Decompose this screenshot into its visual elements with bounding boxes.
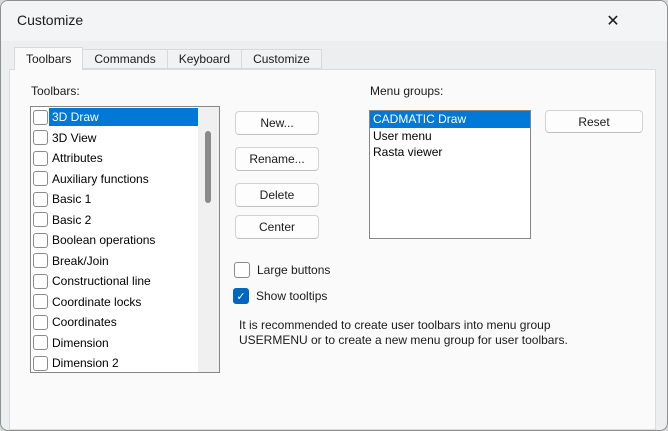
- item-label[interactable]: Boolean operations: [49, 231, 198, 249]
- item-checkbox[interactable]: [33, 233, 48, 248]
- tab-commands[interactable]: Commands: [83, 49, 167, 69]
- item-checkbox[interactable]: [33, 110, 48, 125]
- toolbar-list-item[interactable]: Dimension 2: [31, 353, 198, 372]
- item-checkbox[interactable]: [33, 294, 48, 309]
- toolbar-list-item[interactable]: Auxiliary functions: [31, 169, 198, 190]
- recommendation-note: It is recommended to create user toolbar…: [239, 318, 651, 347]
- customize-dialog: Customize ✕ Toolbars Commands Keyboard C…: [0, 0, 668, 431]
- menu-group-item[interactable]: CADMATIC Draw: [370, 111, 530, 128]
- note-line-1: It is recommended to create user toolbar…: [239, 318, 651, 333]
- item-label[interactable]: Auxiliary functions: [49, 170, 198, 188]
- toolbar-list-item[interactable]: 3D View: [31, 128, 198, 149]
- toolbar-list-item[interactable]: Constructional line: [31, 271, 198, 292]
- large-buttons-checkbox[interactable]: [234, 262, 250, 278]
- tab-page-toolbars: Toolbars: 3D Draw 3D View Attributes Aux: [9, 69, 656, 430]
- reset-button[interactable]: Reset: [545, 110, 643, 133]
- center-button[interactable]: Center: [235, 215, 319, 239]
- toolbar-list-item[interactable]: Basic 2: [31, 210, 198, 231]
- item-checkbox[interactable]: [33, 171, 48, 186]
- rename-button[interactable]: Rename...: [235, 147, 319, 171]
- item-checkbox[interactable]: [33, 212, 48, 227]
- item-checkbox[interactable]: [33, 274, 48, 289]
- toolbar-list-item[interactable]: 3D Draw: [31, 107, 198, 128]
- delete-button[interactable]: Delete: [235, 183, 319, 207]
- item-checkbox[interactable]: [33, 315, 48, 330]
- large-buttons-option[interactable]: Large buttons: [234, 262, 330, 278]
- tab-keyboard[interactable]: Keyboard: [168, 49, 242, 69]
- toolbar-list-item[interactable]: Coordinate locks: [31, 292, 198, 313]
- toolbars-list-content: 3D Draw 3D View Attributes Auxiliary fun…: [31, 107, 198, 372]
- toolbar-list-item[interactable]: Break/Join: [31, 251, 198, 272]
- tab-customize[interactable]: Customize: [242, 49, 322, 69]
- item-label[interactable]: 3D Draw: [49, 108, 198, 126]
- item-label[interactable]: Basic 1: [49, 190, 198, 208]
- item-checkbox[interactable]: [33, 151, 48, 166]
- item-label[interactable]: 3D View: [49, 129, 198, 147]
- item-label[interactable]: Dimension 2: [49, 354, 198, 372]
- show-tooltips-label[interactable]: Show tooltips: [256, 289, 327, 303]
- menu-groups-listbox: CADMATIC Draw User menu Rasta viewer: [369, 110, 531, 239]
- menu-group-item[interactable]: User menu: [370, 128, 530, 145]
- item-label[interactable]: Coordinates: [49, 313, 198, 331]
- show-tooltips-checkbox[interactable]: ✓: [233, 288, 249, 304]
- item-checkbox[interactable]: [33, 130, 48, 145]
- dialog-title: Customize: [17, 12, 83, 28]
- toolbar-list-item[interactable]: Coordinates: [31, 312, 198, 333]
- toolbars-scrollbar-track[interactable]: [198, 107, 219, 372]
- menu-group-item[interactable]: Rasta viewer: [370, 144, 530, 161]
- item-label[interactable]: Basic 2: [49, 211, 198, 229]
- new-button[interactable]: New...: [235, 111, 319, 135]
- item-label[interactable]: Dimension: [49, 334, 198, 352]
- toolbar-list-item[interactable]: Attributes: [31, 148, 198, 169]
- toolbar-list-item[interactable]: Dimension: [31, 333, 198, 354]
- item-checkbox[interactable]: [33, 356, 48, 371]
- item-label[interactable]: Coordinate locks: [49, 293, 198, 311]
- item-checkbox[interactable]: [33, 192, 48, 207]
- tab-strip: Toolbars Commands Keyboard Customize: [14, 47, 322, 70]
- toolbars-label: Toolbars:: [31, 84, 80, 98]
- item-checkbox[interactable]: [33, 335, 48, 350]
- item-label[interactable]: Break/Join: [49, 252, 198, 270]
- check-icon: ✓: [236, 290, 245, 303]
- show-tooltips-option[interactable]: ✓ Show tooltips: [233, 288, 327, 304]
- item-label[interactable]: Constructional line: [49, 272, 198, 290]
- toolbars-scrollbar-thumb[interactable]: [205, 131, 211, 203]
- toolbar-list-item[interactable]: Basic 1: [31, 189, 198, 210]
- item-label[interactable]: Attributes: [49, 149, 198, 167]
- tab-toolbars[interactable]: Toolbars: [14, 47, 83, 70]
- titlebar: Customize ✕: [1, 1, 667, 41]
- toolbar-list-item[interactable]: Boolean operations: [31, 230, 198, 251]
- item-checkbox[interactable]: [33, 253, 48, 268]
- note-line-2: USERMENU or to create a new menu group f…: [239, 333, 651, 348]
- menu-groups-label: Menu groups:: [370, 84, 443, 98]
- toolbars-listbox: 3D Draw 3D View Attributes Auxiliary fun…: [30, 106, 220, 373]
- large-buttons-label[interactable]: Large buttons: [257, 263, 330, 277]
- close-icon[interactable]: ✕: [599, 7, 627, 35]
